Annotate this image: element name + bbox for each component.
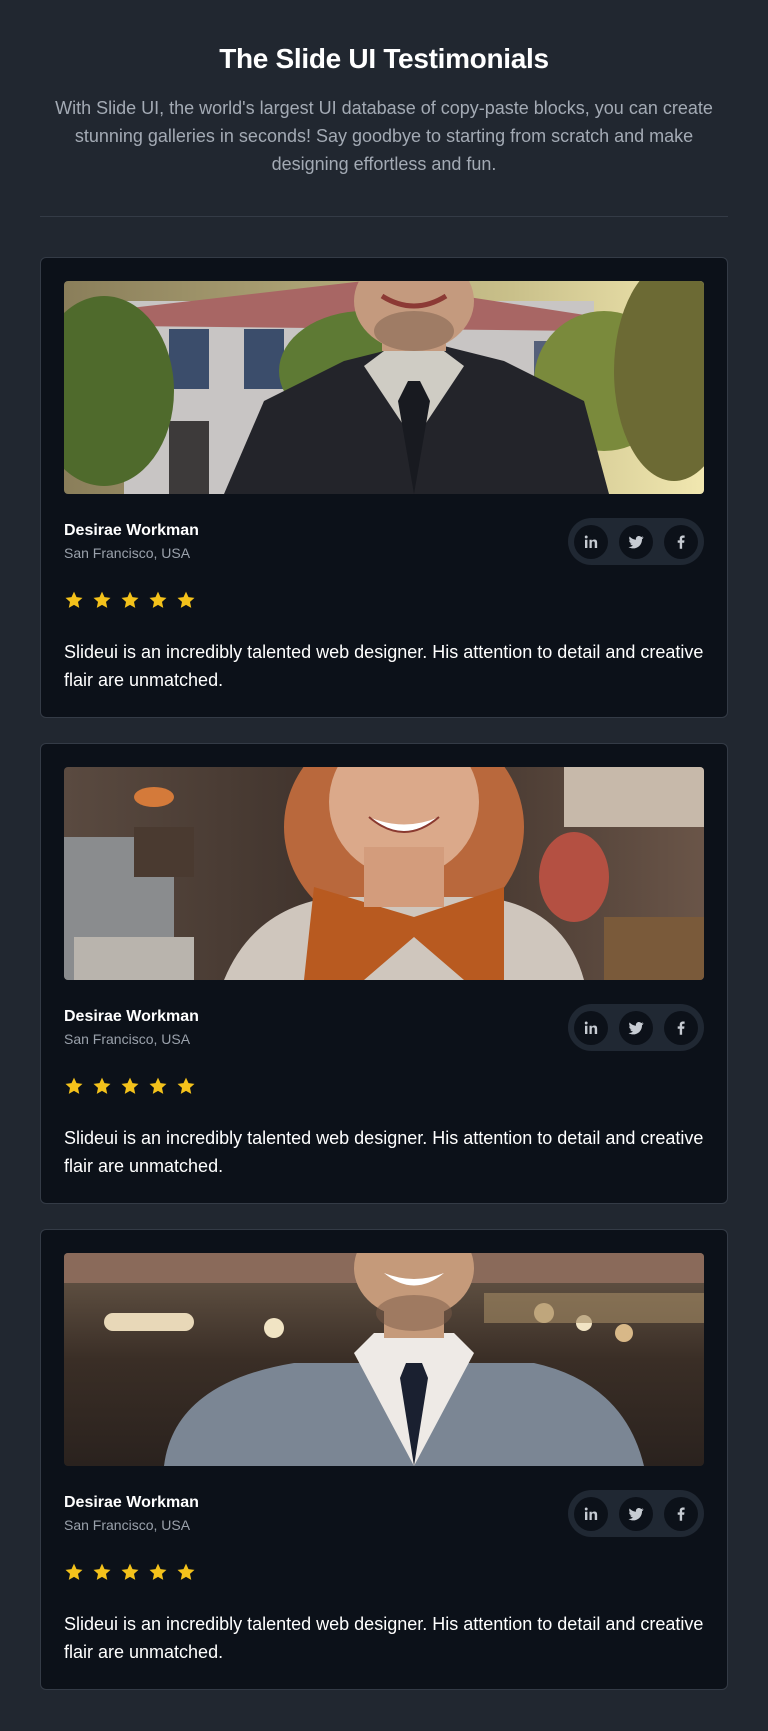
star-icon <box>120 1562 140 1582</box>
person-name: Desirae Workman <box>64 522 199 539</box>
testimonial-photo <box>64 1253 704 1466</box>
testimonial-photo <box>64 281 704 494</box>
twitter-icon <box>628 1507 644 1520</box>
person-location: San Francisco, USA <box>64 1031 191 1047</box>
page-title: The Slide UI Testimonials <box>219 43 549 74</box>
testimonial-quote: Slideui is an incredibly talented web de… <box>64 1128 704 1176</box>
facebook-link[interactable] <box>664 1010 698 1045</box>
man-dark-suit-house-photo <box>64 281 704 494</box>
star-icon <box>120 590 140 610</box>
linkedin-link[interactable] <box>574 1010 608 1045</box>
star-icon <box>92 590 112 610</box>
linkedin-link[interactable] <box>574 524 608 559</box>
star-icon <box>92 1562 112 1582</box>
person-location: San Francisco, USA <box>64 545 191 561</box>
man-grey-suit-store-photo <box>64 1253 704 1466</box>
facebook-icon <box>677 1020 685 1035</box>
star-icon <box>148 590 168 610</box>
linkedin-icon <box>584 535 598 548</box>
header-divider <box>40 216 728 217</box>
testimonial-card: Desirae Workman San Francisco, USA Slide… <box>40 1229 728 1690</box>
social-links <box>568 1490 704 1537</box>
rating-stars <box>64 590 196 610</box>
linkedin-icon <box>584 1021 598 1034</box>
star-icon <box>92 1076 112 1096</box>
star-icon <box>120 1076 140 1096</box>
twitter-link[interactable] <box>619 524 653 559</box>
linkedin-icon <box>584 1507 598 1520</box>
social-links <box>568 518 704 565</box>
star-icon <box>176 590 196 610</box>
twitter-icon <box>628 535 644 548</box>
star-icon <box>148 1562 168 1582</box>
person-name: Desirae Workman <box>64 1494 199 1511</box>
woman-orange-scarf-cafe-photo <box>64 767 704 980</box>
social-links <box>568 1004 704 1051</box>
star-icon <box>64 1562 84 1582</box>
page-subtitle: With Slide UI, the world's largest UI da… <box>55 98 713 174</box>
facebook-link[interactable] <box>664 524 698 559</box>
rating-stars <box>64 1076 196 1096</box>
twitter-link[interactable] <box>619 1010 653 1045</box>
testimonial-quote: Slideui is an incredibly talented web de… <box>64 642 704 690</box>
facebook-link[interactable] <box>664 1496 698 1531</box>
star-icon <box>64 590 84 610</box>
testimonial-quote: Slideui is an incredibly talented web de… <box>64 1614 704 1662</box>
star-icon <box>148 1076 168 1096</box>
star-icon <box>176 1562 196 1582</box>
star-icon <box>64 1076 84 1096</box>
rating-stars <box>64 1562 196 1582</box>
testimonials-page: The Slide UI Testimonials With Slide UI,… <box>0 0 768 1731</box>
star-icon <box>176 1076 196 1096</box>
testimonial-card: Desirae Workman San Francisco, USA Slide… <box>40 257 728 718</box>
person-location: San Francisco, USA <box>64 1517 191 1533</box>
facebook-icon <box>677 1506 685 1521</box>
testimonial-card: Desirae Workman San Francisco, USA Slide… <box>40 743 728 1204</box>
twitter-link[interactable] <box>619 1496 653 1531</box>
person-name: Desirae Workman <box>64 1008 199 1025</box>
testimonial-photo <box>64 767 704 980</box>
twitter-icon <box>628 1021 644 1034</box>
page-header: The Slide UI Testimonials With Slide UI,… <box>0 0 768 178</box>
linkedin-link[interactable] <box>574 1496 608 1531</box>
facebook-icon <box>677 534 685 549</box>
